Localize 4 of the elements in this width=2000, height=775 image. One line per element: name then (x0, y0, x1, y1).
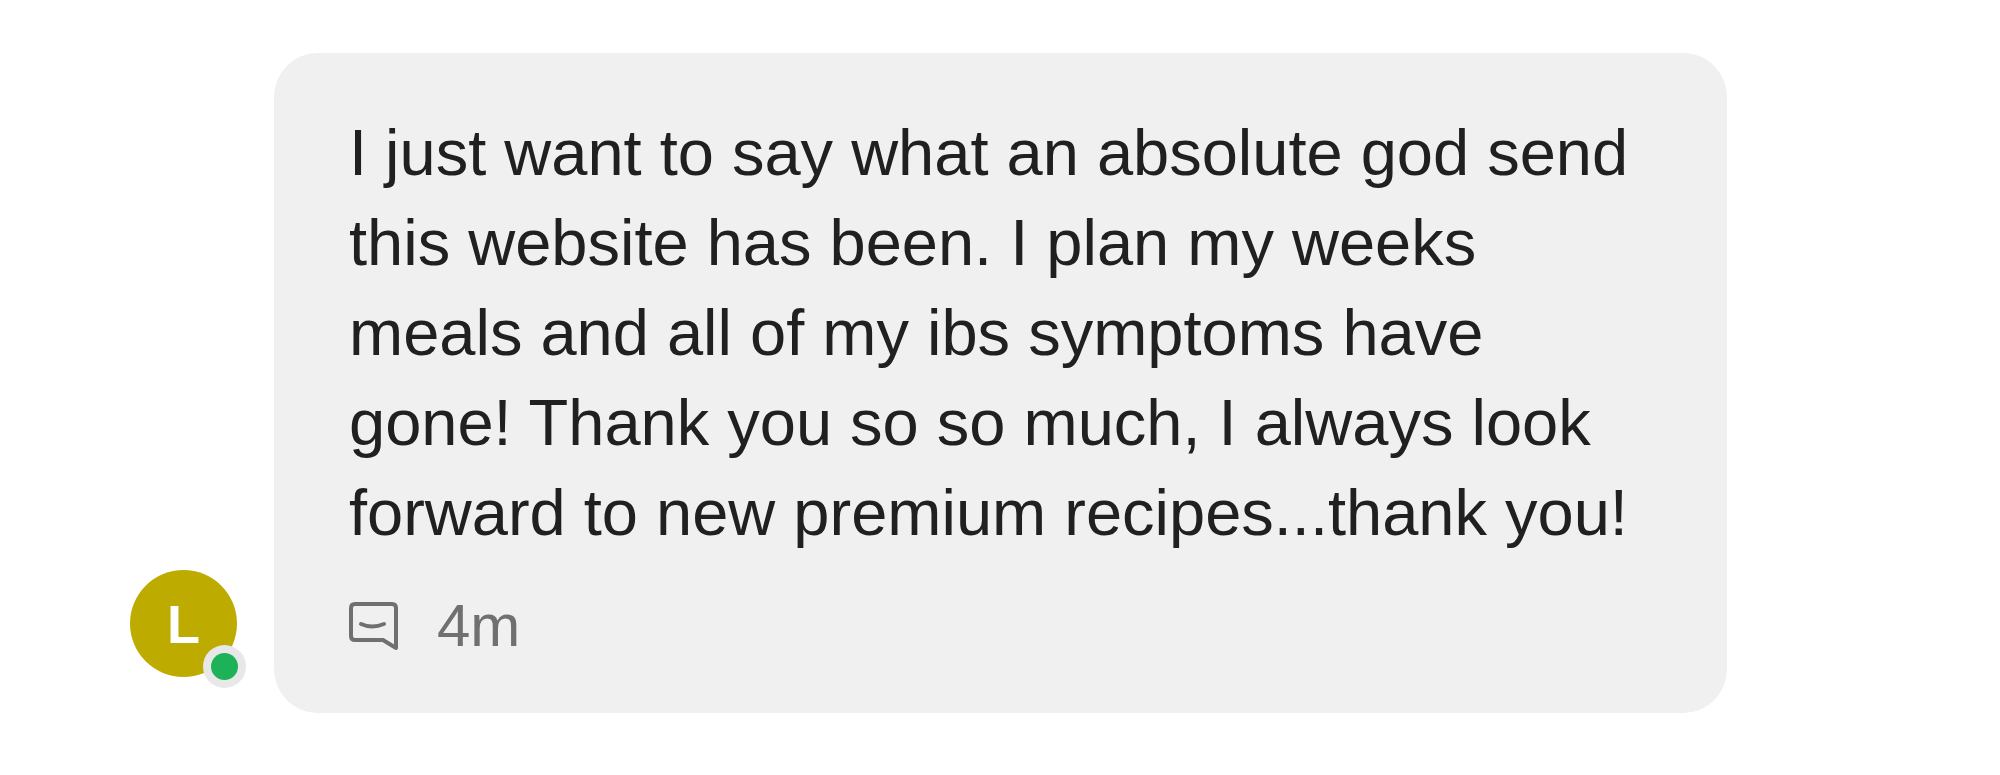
avatar: L (130, 570, 237, 677)
comment-icon[interactable] (349, 602, 398, 650)
timestamp: 4m (437, 596, 521, 656)
message-text: I just want to say what an absolute god send this website has been. I plan my weeks meals and all of my ibs symptoms have gone! Thank you so so much, I always look forward to new premium recipes...thank you! (349, 115, 1630, 551)
